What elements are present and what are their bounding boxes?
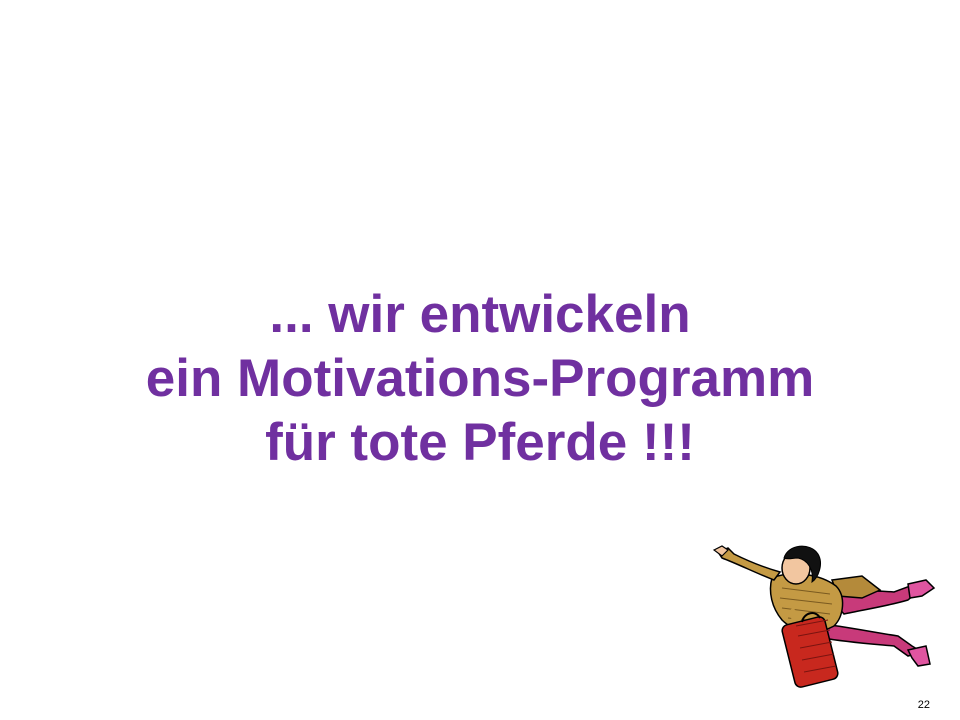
headline-line-2: ein Motivations-Programm (145, 349, 815, 408)
slide: ... wir entwickeln ein Motivations-Progr… (0, 0, 960, 720)
headline-line-3: für tote Pferde !!! (265, 413, 695, 472)
flying-businesswoman-icon (712, 545, 936, 688)
headline-line-1: ... wir entwickeln (269, 285, 691, 344)
slide-headline: ... wir entwickeln ein Motivations-Progr… (0, 283, 960, 475)
page-number: 22 (917, 699, 930, 711)
